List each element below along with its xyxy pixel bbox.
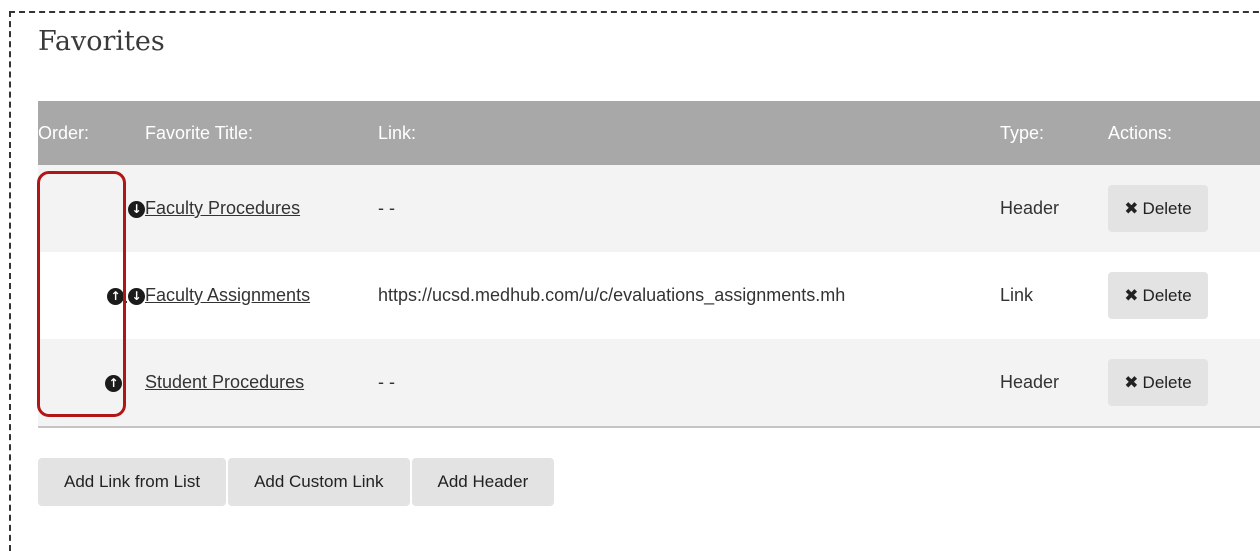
favorite-type: Header bbox=[1000, 339, 1108, 428]
order-highlight-box bbox=[37, 171, 126, 417]
column-header-type: Type: bbox=[1000, 101, 1108, 165]
favorite-type: Link bbox=[1000, 252, 1108, 339]
favorite-link-text: - - bbox=[378, 339, 1000, 428]
delete-button[interactable]: ✖ Delete bbox=[1108, 272, 1208, 319]
favorite-link-text: - - bbox=[378, 165, 1000, 252]
page-title: Favorites bbox=[38, 26, 165, 57]
delete-button[interactable]: ✖ Delete bbox=[1108, 185, 1208, 232]
column-header-title: Favorite Title: bbox=[145, 101, 378, 165]
column-header-link: Link: bbox=[378, 101, 1000, 165]
arrow-circle-down-icon[interactable]: ↓ bbox=[128, 200, 145, 218]
favorite-link-text: https://ucsd.medhub.com/u/c/evaluations_… bbox=[378, 252, 1000, 339]
favorite-title-link[interactable]: Student Procedures bbox=[145, 372, 304, 392]
delete-button-label: Delete bbox=[1142, 199, 1192, 218]
arrow-circle-down-icon[interactable]: ↓ bbox=[128, 287, 145, 305]
table-row: ↑ ↓ Faculty Assignments https://ucsd.medh… bbox=[38, 252, 1260, 339]
column-header-actions: Actions: bbox=[1108, 101, 1260, 165]
times-icon: ✖ bbox=[1124, 199, 1139, 218]
add-header-button[interactable]: Add Header bbox=[411, 458, 555, 506]
delete-button[interactable]: ✖ Delete bbox=[1108, 359, 1208, 406]
favorite-title-link[interactable]: Faculty Procedures bbox=[145, 198, 300, 218]
times-icon: ✖ bbox=[1124, 373, 1139, 392]
times-icon: ✖ bbox=[1124, 286, 1139, 305]
favorite-type: Header bbox=[1000, 165, 1108, 252]
delete-button-label: Delete bbox=[1142, 286, 1192, 305]
column-header-order: Order: bbox=[38, 101, 145, 165]
table-row: ↑ Student Procedures - - Header ✖ Delete bbox=[38, 339, 1260, 428]
favorites-table: Order: Favorite Title: Link: Type: Actio… bbox=[38, 101, 1260, 428]
add-link-from-list-button[interactable]: Add Link from List bbox=[38, 458, 227, 506]
action-buttons: Add Link from List Add Custom Link Add H… bbox=[38, 458, 555, 506]
delete-button-label: Delete bbox=[1142, 373, 1192, 392]
favorite-title-link[interactable]: Faculty Assignments bbox=[145, 285, 310, 305]
table-row: ↓ Faculty Procedures - - Header ✖ Delete bbox=[38, 165, 1260, 252]
add-custom-link-button[interactable]: Add Custom Link bbox=[228, 458, 410, 506]
table-header-row: Order: Favorite Title: Link: Type: Actio… bbox=[38, 101, 1260, 165]
